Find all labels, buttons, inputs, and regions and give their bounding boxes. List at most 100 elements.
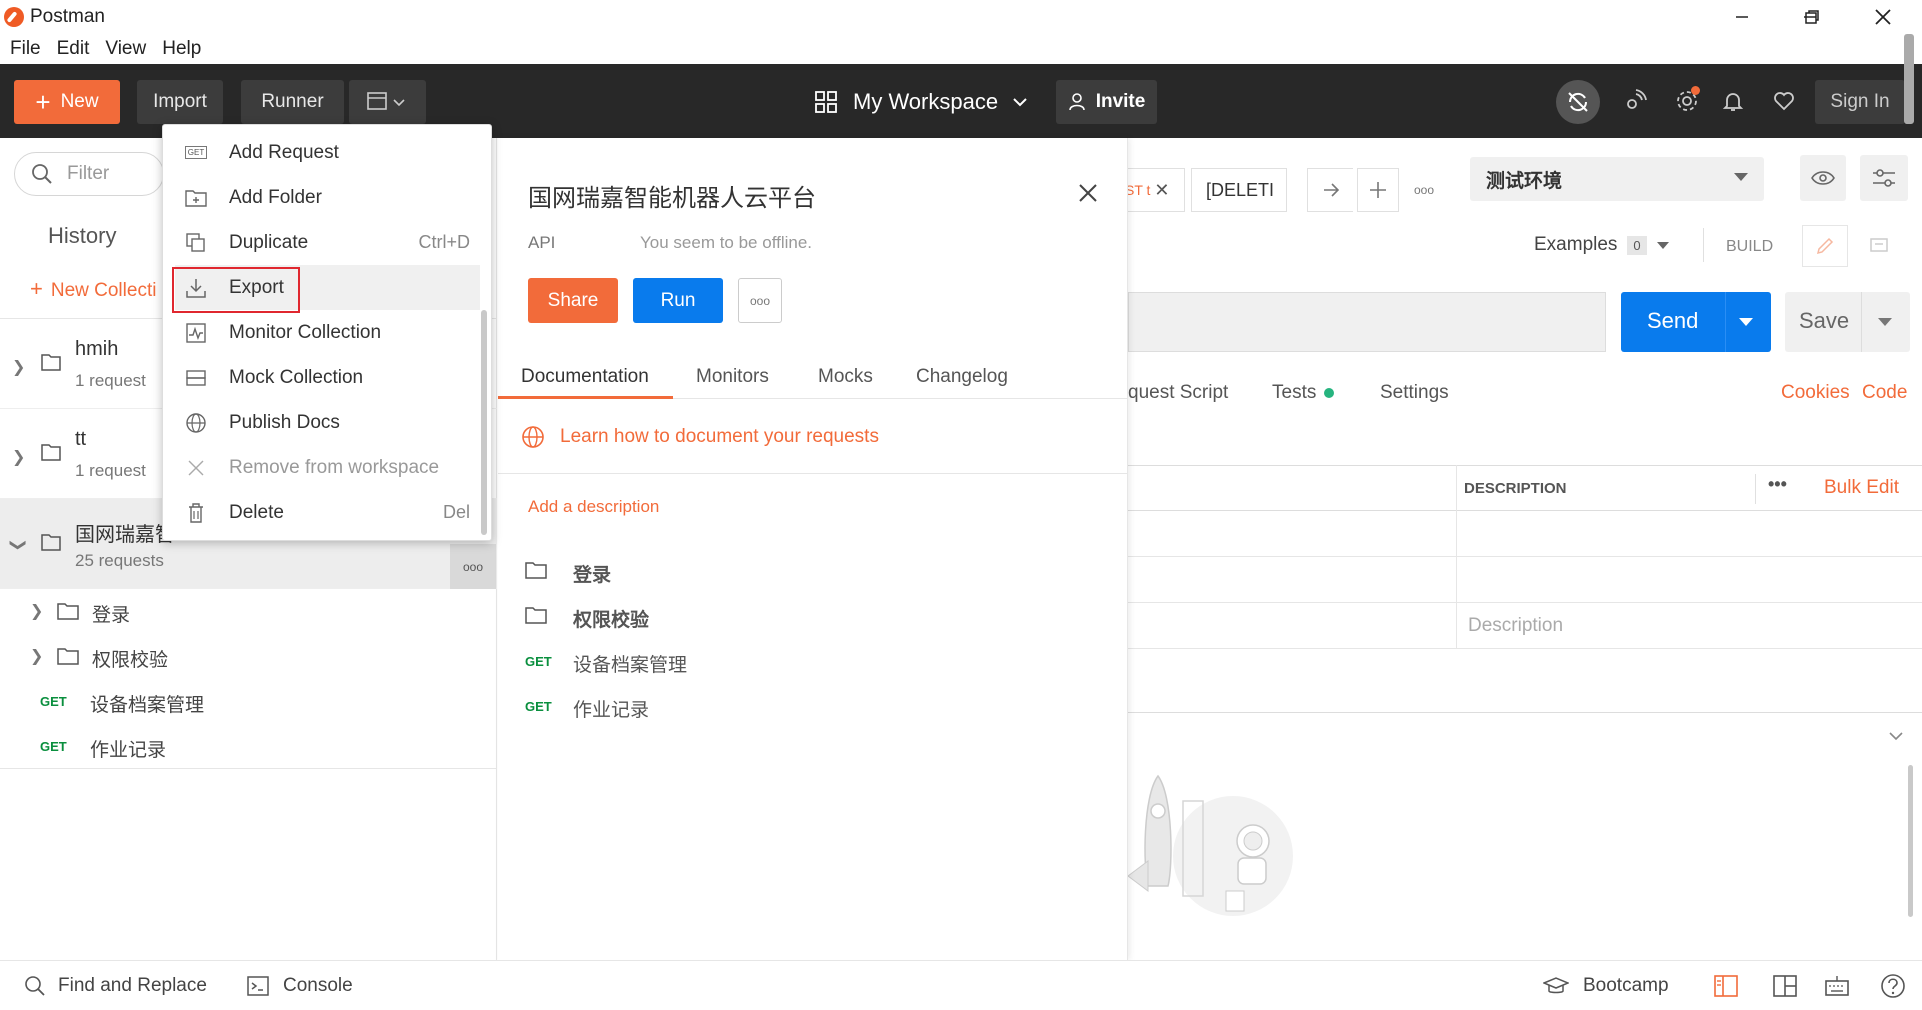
find-replace-button[interactable]: Find and Replace — [24, 975, 207, 997]
request-row[interactable]: GET 设备档案管理 — [0, 679, 497, 724]
collection-more-button[interactable]: ooo — [450, 544, 496, 589]
send-options-caret-icon[interactable] — [1739, 318, 1753, 326]
menu-item-monitor-collection[interactable]: Monitor Collection — [175, 310, 480, 355]
tab-settings[interactable]: Settings — [1380, 382, 1449, 404]
run-button[interactable]: Run — [633, 278, 723, 323]
window-close-button[interactable] — [1855, 0, 1911, 34]
menu-item-label: Mock Collection — [229, 366, 364, 388]
menu-scrollbar[interactable] — [481, 310, 487, 535]
code-link[interactable]: Code — [1862, 382, 1907, 404]
menu-view[interactable]: View — [105, 38, 146, 60]
tab-tests[interactable]: Tests — [1272, 382, 1335, 404]
menu-item-add-folder[interactable]: Add Folder — [175, 175, 480, 220]
menu-item-remove-from-workspace[interactable]: Remove from workspace — [175, 445, 480, 490]
doc-request-item[interactable]: GET 设备档案管理 — [498, 639, 1127, 684]
save-options-caret-icon[interactable] — [1878, 318, 1892, 326]
menu-item-publish-docs[interactable]: Publish Docs — [175, 400, 480, 445]
doc-folder-item[interactable]: 登录 — [498, 549, 1127, 594]
more-icon: ooo — [749, 293, 771, 308]
notifications-button[interactable] — [1716, 84, 1750, 118]
chevron-down-icon: ❯ — [9, 538, 27, 552]
sync-offline-button[interactable] — [1556, 80, 1600, 124]
import-button[interactable]: Import — [137, 80, 223, 124]
tab-monitors[interactable]: Monitors — [696, 366, 769, 388]
caret-down-icon — [1734, 173, 1748, 181]
window-minimize-button[interactable] — [1714, 0, 1770, 34]
build-mode-label[interactable]: BUILD — [1726, 238, 1773, 256]
duplicate-icon — [185, 232, 207, 254]
menu-item-mock-collection[interactable]: Mock Collection — [175, 355, 480, 400]
method-badge: GET — [40, 739, 67, 754]
tab-documentation[interactable]: Documentation — [521, 366, 649, 388]
learn-docs-row[interactable]: Learn how to document your requests — [498, 400, 1127, 474]
console-button[interactable]: Console — [247, 975, 353, 997]
new-tab-button[interactable] — [1357, 168, 1399, 212]
request-row[interactable]: GET 作业记录 — [0, 724, 497, 769]
menu-item-add-request[interactable]: GET Add Request — [175, 130, 480, 175]
menu-help[interactable]: Help — [162, 38, 201, 60]
sign-in-button[interactable]: Sign In — [1815, 80, 1905, 124]
chevron-down-icon[interactable] — [1888, 730, 1904, 742]
menu-item-delete[interactable]: Delete Del — [175, 490, 480, 535]
cookies-link[interactable]: Cookies — [1781, 382, 1850, 404]
status-bar: Find and Replace Console Bootcamp — [0, 960, 1922, 1010]
history-tab[interactable]: History — [48, 223, 116, 249]
add-description-link[interactable]: Add a description — [528, 497, 659, 517]
help-icon[interactable] — [1880, 973, 1906, 999]
tab-changelog[interactable]: Changelog — [916, 366, 1008, 388]
doc-folder-item[interactable]: 权限校验 — [498, 594, 1127, 639]
two-pane-view-icon[interactable] — [1713, 973, 1739, 999]
tab-mocks[interactable]: Mocks — [818, 366, 873, 388]
status-dot — [1324, 388, 1335, 398]
menu-edit[interactable]: Edit — [57, 38, 90, 60]
collection-icon — [41, 444, 61, 461]
more-icon[interactable]: ••• — [1768, 474, 1787, 495]
url-input[interactable] — [1128, 292, 1606, 352]
workspace-selector[interactable]: My Workspace — [813, 84, 1030, 120]
description-placeholder[interactable]: Description — [1468, 615, 1563, 637]
chevron-right-icon: ❯ — [30, 648, 44, 665]
runner-button[interactable]: Runner — [241, 80, 344, 124]
doc-request-item[interactable]: GET 作业记录 — [498, 684, 1127, 729]
more-actions-button[interactable]: ooo — [738, 278, 782, 323]
send-button[interactable]: Send — [1621, 292, 1771, 352]
window-restore-button[interactable] — [1784, 0, 1840, 34]
request-tab[interactable]: [DELETI — [1191, 168, 1287, 212]
bulk-edit-link[interactable]: Bulk Edit — [1824, 477, 1899, 499]
invite-button[interactable]: Invite — [1056, 80, 1157, 124]
tab-scroll-right-button[interactable] — [1307, 168, 1353, 212]
menu-file[interactable]: File — [10, 38, 41, 60]
edit-button[interactable] — [1802, 225, 1848, 267]
scrollbar[interactable] — [1908, 765, 1913, 917]
menu-item-duplicate[interactable]: Duplicate Ctrl+D — [175, 220, 480, 265]
bootcamp-button[interactable]: Bootcamp — [1543, 975, 1669, 997]
tab-options-button[interactable]: ooo — [1402, 168, 1446, 212]
window-titlebar: Postman — [0, 0, 1922, 34]
share-button[interactable]: Share — [528, 278, 618, 323]
filter-input[interactable]: Filter — [14, 152, 164, 196]
interceptor-button[interactable] — [1618, 84, 1652, 118]
close-tab-icon[interactable]: ✕ — [1154, 180, 1169, 201]
new-button[interactable]: + New — [14, 80, 120, 124]
new-window-dropdown-button[interactable] — [349, 80, 426, 124]
sync-off-icon — [1568, 92, 1588, 112]
environment-quick-look-button[interactable] — [1800, 155, 1846, 201]
keyboard-shortcuts-icon[interactable] — [1824, 973, 1850, 999]
favorites-button[interactable] — [1767, 84, 1801, 118]
request-tab[interactable]: ST t ✕ — [1125, 168, 1185, 212]
manage-environments-button[interactable] — [1860, 155, 1908, 201]
examples-dropdown[interactable]: Examples 0 — [1534, 234, 1669, 256]
comments-button[interactable] — [1856, 225, 1902, 267]
close-icon[interactable] — [1073, 178, 1103, 208]
params-table-row — [1128, 511, 1922, 557]
layout-icon[interactable] — [1772, 973, 1798, 999]
folder-row[interactable]: ❯ 登录 — [0, 589, 497, 634]
new-collection-button[interactable]: + New Collecti — [30, 276, 156, 302]
save-button[interactable]: Save — [1785, 292, 1910, 352]
doc-folder-name: 权限校验 — [573, 610, 650, 631]
folder-row[interactable]: ❯ 权限校验 — [0, 634, 497, 679]
console-label: Console — [283, 975, 353, 996]
tab-pre-request-script[interactable]: quest Script — [1128, 382, 1228, 404]
environment-selector[interactable]: 测试环境 — [1470, 157, 1764, 201]
settings-button[interactable] — [1670, 84, 1704, 118]
